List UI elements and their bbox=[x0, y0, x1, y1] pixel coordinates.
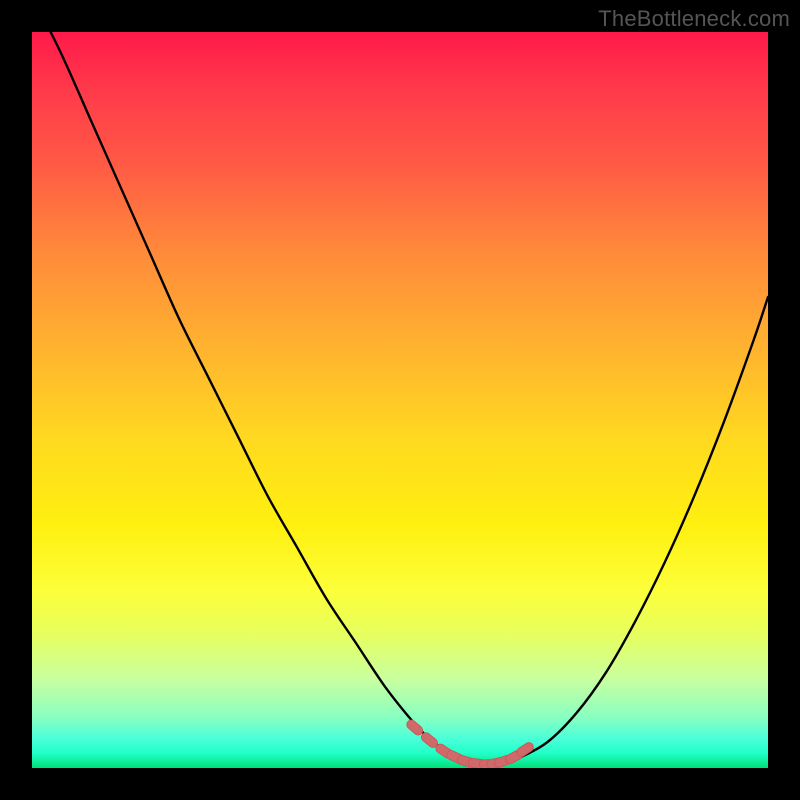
chart-gradient-background bbox=[32, 32, 768, 768]
attribution-text: TheBottleneck.com bbox=[598, 6, 790, 32]
chart-container bbox=[32, 32, 768, 768]
